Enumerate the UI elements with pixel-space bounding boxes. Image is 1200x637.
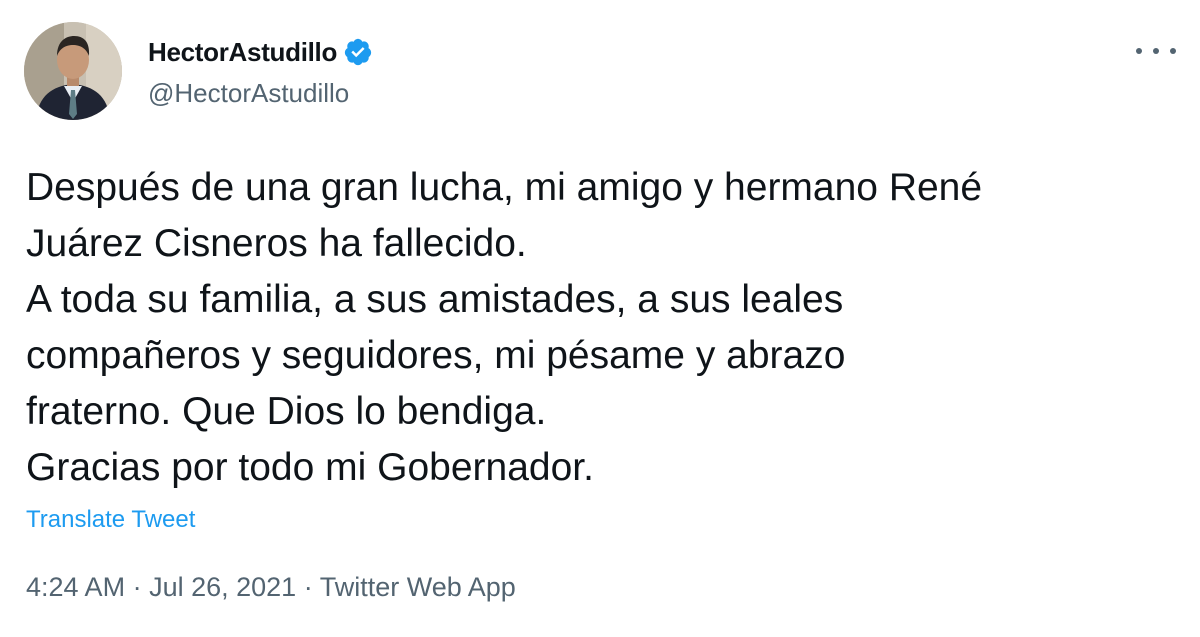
tweet-text-line: Juárez Cisneros ha fallecido. (26, 222, 527, 265)
tweet-text-line: Después de una gran lucha, mi amigo y he… (26, 166, 983, 209)
verified-badge-icon (343, 37, 373, 67)
tweet-card: HectorAstudillo @HectorAstudillo Después… (0, 0, 1200, 637)
tweet-date-link[interactable]: Jul 26, 2021 (149, 572, 296, 602)
avatar-photo (24, 22, 122, 120)
tweet-text: Después de una gran lucha, mi amigo y he… (26, 160, 1176, 496)
tweet-text-line: compañeros y seguidores, mi pésame y abr… (26, 334, 846, 377)
avatar[interactable] (24, 22, 122, 120)
dot (1170, 48, 1176, 54)
meta-separator: · (125, 572, 150, 602)
tweet-metadata: 4:24 AM · Jul 26, 2021 · Twitter Web App (26, 572, 516, 603)
translate-tweet-link[interactable]: Translate Tweet (26, 506, 195, 534)
author-display-name[interactable]: HectorAstudillo (148, 37, 337, 68)
dot (1136, 48, 1142, 54)
meta-separator: · (296, 572, 320, 602)
tweet-source-link[interactable]: Twitter Web App (320, 572, 516, 602)
dot (1153, 48, 1159, 54)
tweet-text-line: fraterno. Que Dios lo bendiga. (26, 390, 547, 433)
tweet-text-line: Gracias por todo mi Gobernador. (26, 446, 594, 489)
more-options-icon[interactable] (1136, 38, 1176, 64)
author-name-row: HectorAstudillo (148, 34, 373, 70)
tweet-time-link[interactable]: 4:24 AM (26, 572, 125, 602)
author-handle[interactable]: @HectorAstudillo (148, 78, 349, 109)
tweet-text-line: A toda su familia, a sus amistades, a su… (26, 278, 844, 321)
